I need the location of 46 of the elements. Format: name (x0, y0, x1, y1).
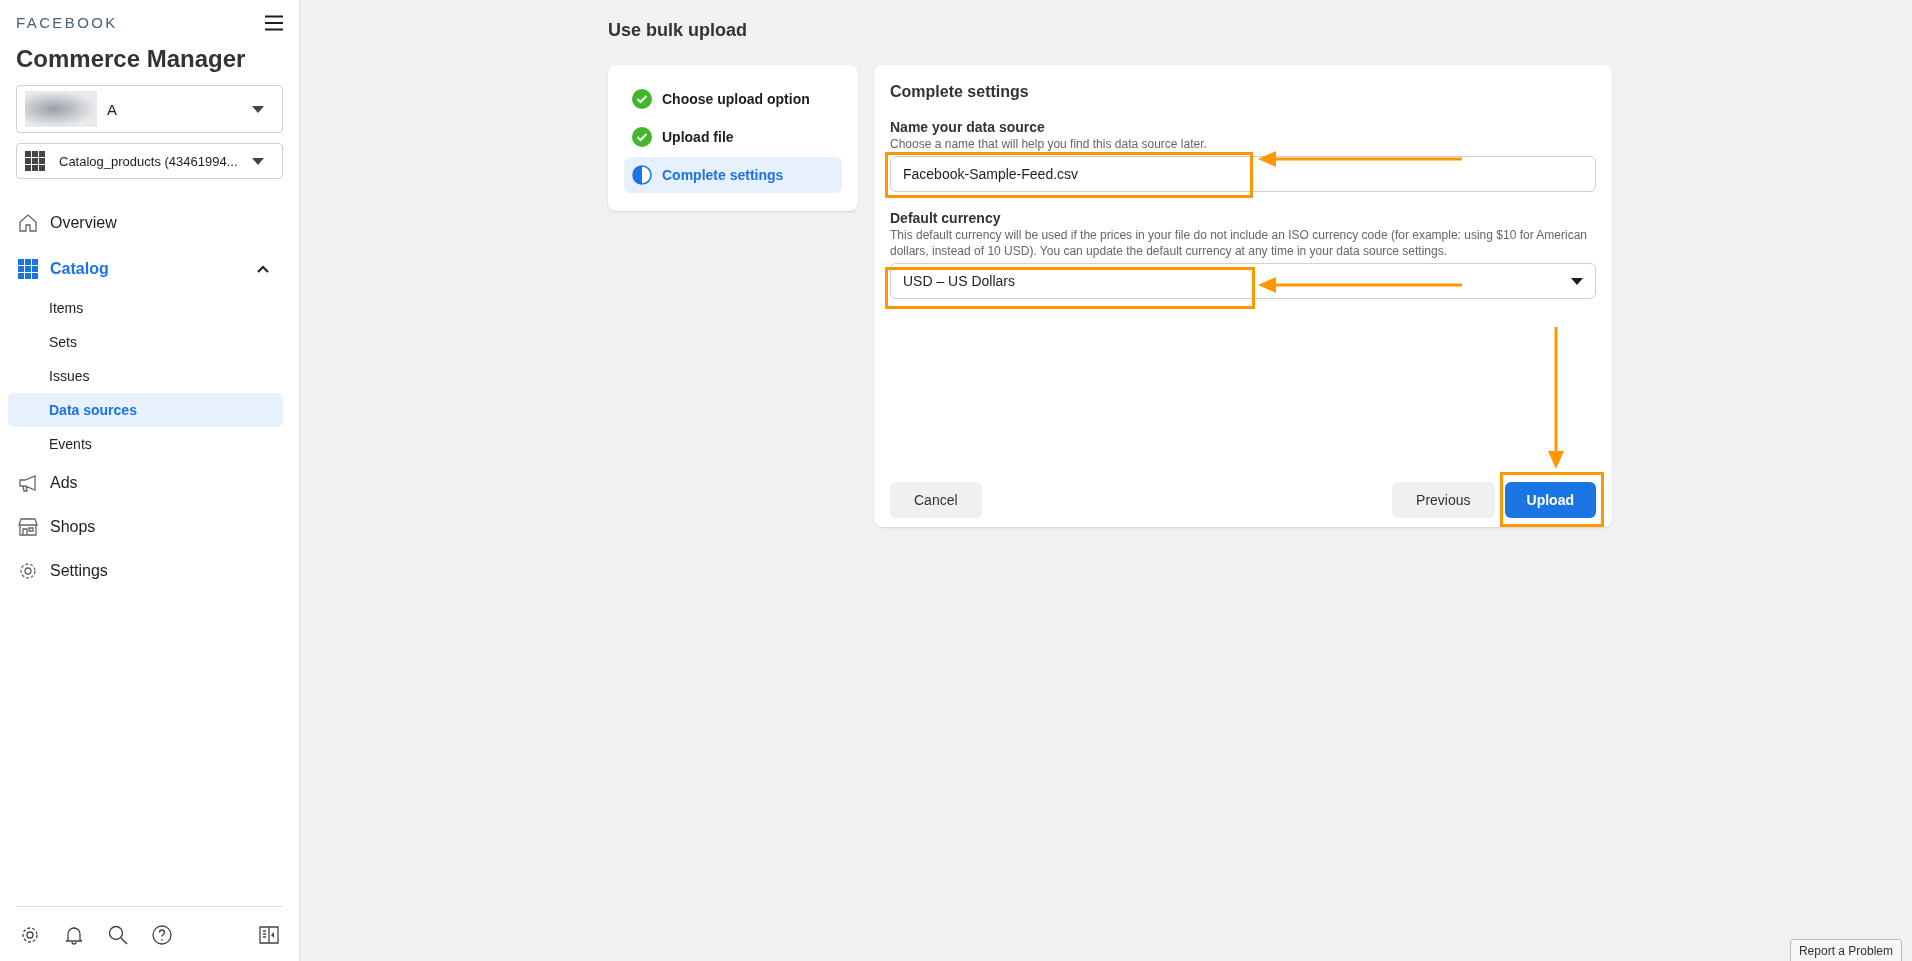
store-icon (18, 517, 38, 537)
step-item[interactable]: Complete settings (624, 157, 842, 193)
panel-toggle-icon[interactable] (259, 925, 279, 945)
nav-subitem[interactable]: Items (8, 291, 283, 325)
name-input-field[interactable]: Facebook-Sample-Feed.csv (890, 156, 1596, 192)
chevron-icon[interactable] (257, 265, 269, 273)
avatar-placeholder (25, 91, 97, 127)
caret-icon (1571, 277, 1583, 285)
cancel-button[interactable]: Cancel (890, 482, 982, 518)
caret-icon (252, 157, 264, 165)
field-help: Choose a name that will help you find this data source later. (890, 136, 1208, 152)
card-heading: Complete settings (890, 83, 1030, 101)
home-icon (18, 213, 38, 233)
currency-select[interactable]: USD – US Dollars (890, 263, 1596, 299)
grid-icon (18, 259, 38, 279)
nav-subitem[interactable]: Data sources (8, 393, 283, 427)
field-label: Default currency (890, 210, 1002, 226)
caret-icon (252, 105, 264, 113)
nav-item[interactable]: Overview (16, 199, 283, 247)
nav-item[interactable]: Catalog (16, 247, 283, 291)
page-title: Use bulk upload (608, 20, 749, 41)
settings-icon (18, 561, 38, 581)
nav-subitem[interactable]: Sets (8, 325, 283, 359)
field-label: Name your data source (890, 119, 1046, 135)
upload-button[interactable]: Upload (1504, 482, 1596, 518)
catalog-dropdown[interactable]: Catalog_products (43461994... (16, 143, 283, 179)
step-item[interactable]: Upload file (624, 119, 842, 155)
help-icon[interactable] (152, 925, 172, 945)
megaphone-icon (18, 473, 38, 493)
nav-item[interactable]: Settings (16, 549, 283, 593)
field-help: This default currency will be used if the prices in your file do not include an ISO currency code (for example: using $10 for American dollars, instead of 10 USD). You can update the default currency at any time in your data source settings. (890, 227, 1588, 259)
report-problem-button[interactable]: Report a Problem (1789, 939, 1902, 961)
nav-subitem[interactable]: Issues (8, 359, 283, 393)
settings-icon[interactable] (20, 925, 40, 945)
step-item[interactable]: Choose upload option (624, 81, 842, 117)
brand-logo: FACEBOOK (16, 14, 118, 31)
nav-item[interactable]: Ads (16, 461, 283, 505)
account-dropdown[interactable]: A (16, 85, 283, 133)
previous-button[interactable]: Previous (1392, 482, 1495, 518)
menu-icon[interactable] (265, 14, 283, 31)
nav-item[interactable]: Shops (16, 505, 283, 549)
nav-subitem[interactable]: Events (8, 427, 283, 461)
grid-icon (25, 151, 45, 171)
app-title: Commerce Manager (16, 45, 247, 73)
bell-icon[interactable] (64, 925, 84, 945)
search-icon[interactable] (108, 925, 128, 945)
